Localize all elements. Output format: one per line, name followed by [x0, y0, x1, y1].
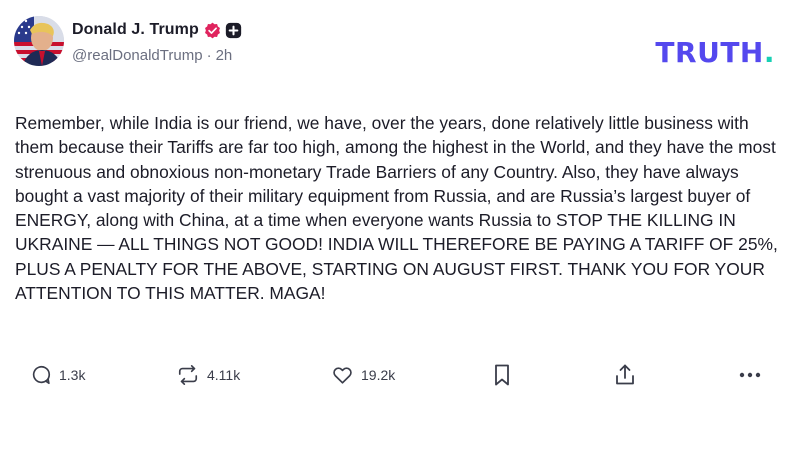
like-button[interactable]: 19.2k [331, 360, 395, 390]
retruth-count: 4.11k [207, 367, 241, 383]
author-info: Donald J. Trump @realDonaldTrump · 2h [72, 18, 242, 64]
author-handle[interactable]: @realDonaldTrump [72, 47, 203, 64]
separator-dot: · [206, 47, 212, 64]
reply-count: 1.3k [59, 367, 86, 383]
logo-dot: . [763, 36, 775, 69]
verified-check-icon [204, 22, 221, 39]
more-icon [738, 371, 762, 379]
handle-row: @realDonaldTrump · 2h [72, 47, 242, 64]
like-count: 19.2k [361, 367, 396, 383]
action-bar: 1.3k 4.11k 19.2k [0, 360, 800, 390]
share-button[interactable] [614, 360, 636, 390]
bookmark-button[interactable] [492, 360, 512, 390]
post-body: Remember, while India is our friend, we … [15, 113, 778, 304]
name-row: Donald J. Trump [72, 18, 242, 42]
post-timestamp[interactable]: 2h [216, 47, 233, 64]
more-button[interactable] [738, 360, 762, 390]
truth-post: Donald J. Trump @realDonaldTrump · 2h TR… [0, 0, 800, 450]
logo-text: TRUTH [655, 36, 764, 69]
retruth-button[interactable]: 4.11k [176, 360, 240, 390]
reply-button[interactable]: 1.3k [30, 360, 85, 390]
post-header: Donald J. Trump @realDonaldTrump · 2h [14, 16, 242, 66]
plus-badge-icon [225, 22, 242, 39]
retruth-icon [176, 364, 200, 386]
author-display-name[interactable]: Donald J. Trump [72, 21, 199, 39]
truth-logo: TRUTH. [655, 36, 775, 69]
heart-icon [331, 364, 354, 386]
avatar[interactable] [14, 16, 64, 66]
share-icon [614, 363, 636, 387]
reply-icon [30, 364, 52, 386]
bookmark-icon [492, 363, 512, 387]
